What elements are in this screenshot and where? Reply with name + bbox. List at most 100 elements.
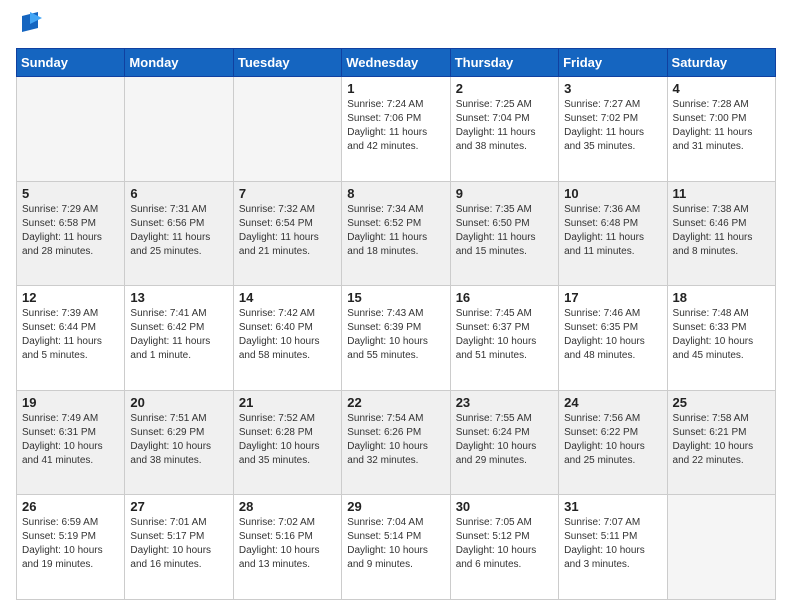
day-info: Sunrise: 7:55 AM Sunset: 6:24 PM Dayligh… xyxy=(456,412,553,468)
calendar-cell: 3Sunrise: 7:27 AM Sunset: 7:02 PM Daylig… xyxy=(559,77,667,182)
day-number: 30 xyxy=(456,499,553,514)
calendar-cell: 9 Sunrise: 7:35 AM Sunset: 6:50 PM Daylig… xyxy=(450,181,558,286)
day-header-friday: Friday xyxy=(559,49,667,77)
calendar-cell: 18 Sunrise: 7:48 AM Sunset: 6:33 PM Dayli… xyxy=(667,286,775,391)
day-info: Sunrise: 7:45 AM Sunset: 6:37 PM Dayligh… xyxy=(456,307,553,363)
calendar-week-3: 12 Sunrise: 7:39 AM Sunset: 6:44 PM Dayli… xyxy=(17,286,776,391)
calendar-cell: 27 Sunrise: 7:01 AM Sunset: 5:17 PM Dayli… xyxy=(125,495,233,600)
header xyxy=(16,12,776,38)
calendar-table: SundayMondayTuesdayWednesdayThursdayFrid… xyxy=(16,48,776,600)
day-number: 11 xyxy=(673,186,770,201)
day-number: 31 xyxy=(564,499,661,514)
day-info: Sunrise: 7:36 AM Sunset: 6:48 PM Dayligh… xyxy=(564,203,661,259)
day-info: Sunrise: 7:31 AM Sunset: 6:56 PM Dayligh… xyxy=(130,203,227,259)
day-header-thursday: Thursday xyxy=(450,49,558,77)
calendar-week-1: 1 Sunrise: 7:24 AM Sunset: 7:06 PM Daylig… xyxy=(17,77,776,182)
day-info: Sunrise: 7:58 AM Sunset: 6:21 PM Dayligh… xyxy=(673,412,770,468)
calendar-cell: 10Sunrise: 7:36 AM Sunset: 6:48 PM Dayli… xyxy=(559,181,667,286)
day-info: Sunrise: 7:48 AM Sunset: 6:33 PM Dayligh… xyxy=(673,307,770,363)
day-header-sunday: Sunday xyxy=(17,49,125,77)
day-info: Sunrise: 7:02 AM Sunset: 5:16 PM Dayligh… xyxy=(239,516,336,572)
day-info: Sunrise: 7:43 AM Sunset: 6:39 PM Dayligh… xyxy=(347,307,444,363)
day-number: 25 xyxy=(673,395,770,410)
day-number: 21 xyxy=(239,395,336,410)
day-info: Sunrise: 7:54 AM Sunset: 6:26 PM Dayligh… xyxy=(347,412,444,468)
day-number: 27 xyxy=(130,499,227,514)
day-header-wednesday: Wednesday xyxy=(342,49,450,77)
page: SundayMondayTuesdayWednesdayThursdayFrid… xyxy=(0,0,792,612)
day-info: Sunrise: 7:32 AM Sunset: 6:54 PM Dayligh… xyxy=(239,203,336,259)
calendar-cell: 23 Sunrise: 7:55 AM Sunset: 6:24 PM Dayli… xyxy=(450,390,558,495)
day-number: 22 xyxy=(347,395,444,410)
calendar-header-row: SundayMondayTuesdayWednesdayThursdayFrid… xyxy=(17,49,776,77)
day-info: Sunrise: 7:27 AM Sunset: 7:02 PM Dayligh… xyxy=(564,98,661,154)
day-number: 28 xyxy=(239,499,336,514)
day-number: 2 xyxy=(456,81,553,96)
day-number: 23 xyxy=(456,395,553,410)
calendar-cell: 8 Sunrise: 7:34 AM Sunset: 6:52 PM Daylig… xyxy=(342,181,450,286)
day-info: Sunrise: 7:38 AM Sunset: 6:46 PM Dayligh… xyxy=(673,203,770,259)
day-info: Sunrise: 7:39 AM Sunset: 6:44 PM Dayligh… xyxy=(22,307,119,363)
calendar-cell: 24Sunrise: 7:56 AM Sunset: 6:22 PM Dayli… xyxy=(559,390,667,495)
day-header-saturday: Saturday xyxy=(667,49,775,77)
calendar-cell: 7 Sunrise: 7:32 AM Sunset: 6:54 PM Daylig… xyxy=(233,181,341,286)
day-info: Sunrise: 7:05 AM Sunset: 5:12 PM Dayligh… xyxy=(456,516,553,572)
day-number: 13 xyxy=(130,290,227,305)
day-info: Sunrise: 7:35 AM Sunset: 6:50 PM Dayligh… xyxy=(456,203,553,259)
day-info: Sunrise: 7:42 AM Sunset: 6:40 PM Dayligh… xyxy=(239,307,336,363)
calendar-cell: 14 Sunrise: 7:42 AM Sunset: 6:40 PM Dayli… xyxy=(233,286,341,391)
day-info: Sunrise: 6:59 AM Sunset: 5:19 PM Dayligh… xyxy=(22,516,119,572)
calendar-week-4: 19 Sunrise: 7:49 AM Sunset: 6:31 PM Dayli… xyxy=(17,390,776,495)
day-info: Sunrise: 7:07 AM Sunset: 5:11 PM Dayligh… xyxy=(564,516,661,572)
day-number: 6 xyxy=(130,186,227,201)
calendar-cell: 28 Sunrise: 7:02 AM Sunset: 5:16 PM Dayli… xyxy=(233,495,341,600)
calendar-cell: 30 Sunrise: 7:05 AM Sunset: 5:12 PM Dayli… xyxy=(450,495,558,600)
day-number: 26 xyxy=(22,499,119,514)
day-number: 15 xyxy=(347,290,444,305)
day-number: 8 xyxy=(347,186,444,201)
day-info: Sunrise: 7:51 AM Sunset: 6:29 PM Dayligh… xyxy=(130,412,227,468)
day-info: Sunrise: 7:46 AM Sunset: 6:35 PM Dayligh… xyxy=(564,307,661,363)
calendar-cell: 15 Sunrise: 7:43 AM Sunset: 6:39 PM Dayli… xyxy=(342,286,450,391)
calendar-cell: 29Sunrise: 7:04 AM Sunset: 5:14 PM Dayli… xyxy=(342,495,450,600)
day-number: 19 xyxy=(22,395,119,410)
logo-icon xyxy=(18,10,42,38)
day-number: 18 xyxy=(673,290,770,305)
day-number: 1 xyxy=(347,81,444,96)
calendar-cell xyxy=(125,77,233,182)
day-number: 29 xyxy=(347,499,444,514)
day-info: Sunrise: 7:49 AM Sunset: 6:31 PM Dayligh… xyxy=(22,412,119,468)
day-number: 16 xyxy=(456,290,553,305)
day-info: Sunrise: 7:24 AM Sunset: 7:06 PM Dayligh… xyxy=(347,98,444,154)
day-number: 4 xyxy=(673,81,770,96)
calendar-cell: 22 Sunrise: 7:54 AM Sunset: 6:26 PM Dayli… xyxy=(342,390,450,495)
calendar-cell: 12 Sunrise: 7:39 AM Sunset: 6:44 PM Dayli… xyxy=(17,286,125,391)
calendar-cell: 5Sunrise: 7:29 AM Sunset: 6:58 PM Daylig… xyxy=(17,181,125,286)
calendar-cell: 4 Sunrise: 7:28 AM Sunset: 7:00 PM Daylig… xyxy=(667,77,775,182)
day-header-tuesday: Tuesday xyxy=(233,49,341,77)
day-info: Sunrise: 7:28 AM Sunset: 7:00 PM Dayligh… xyxy=(673,98,770,154)
calendar-week-2: 5Sunrise: 7:29 AM Sunset: 6:58 PM Daylig… xyxy=(17,181,776,286)
day-info: Sunrise: 7:01 AM Sunset: 5:17 PM Dayligh… xyxy=(130,516,227,572)
day-number: 14 xyxy=(239,290,336,305)
day-number: 12 xyxy=(22,290,119,305)
day-number: 7 xyxy=(239,186,336,201)
calendar-cell: 2Sunrise: 7:25 AM Sunset: 7:04 PM Daylig… xyxy=(450,77,558,182)
day-info: Sunrise: 7:56 AM Sunset: 6:22 PM Dayligh… xyxy=(564,412,661,468)
calendar-cell xyxy=(233,77,341,182)
calendar-cell: 6 Sunrise: 7:31 AM Sunset: 6:56 PM Daylig… xyxy=(125,181,233,286)
day-number: 20 xyxy=(130,395,227,410)
logo xyxy=(16,12,42,38)
day-number: 9 xyxy=(456,186,553,201)
calendar-cell: 25 Sunrise: 7:58 AM Sunset: 6:21 PM Dayli… xyxy=(667,390,775,495)
calendar-cell: 17Sunrise: 7:46 AM Sunset: 6:35 PM Dayli… xyxy=(559,286,667,391)
calendar-cell xyxy=(667,495,775,600)
calendar-cell: 31 Sunrise: 7:07 AM Sunset: 5:11 PM Dayli… xyxy=(559,495,667,600)
calendar-cell: 16 Sunrise: 7:45 AM Sunset: 6:37 PM Dayli… xyxy=(450,286,558,391)
day-info: Sunrise: 7:29 AM Sunset: 6:58 PM Dayligh… xyxy=(22,203,119,259)
day-info: Sunrise: 7:34 AM Sunset: 6:52 PM Dayligh… xyxy=(347,203,444,259)
day-info: Sunrise: 7:52 AM Sunset: 6:28 PM Dayligh… xyxy=(239,412,336,468)
calendar-cell: 1 Sunrise: 7:24 AM Sunset: 7:06 PM Daylig… xyxy=(342,77,450,182)
calendar-cell: 11 Sunrise: 7:38 AM Sunset: 6:46 PM Dayli… xyxy=(667,181,775,286)
calendar-cell xyxy=(17,77,125,182)
